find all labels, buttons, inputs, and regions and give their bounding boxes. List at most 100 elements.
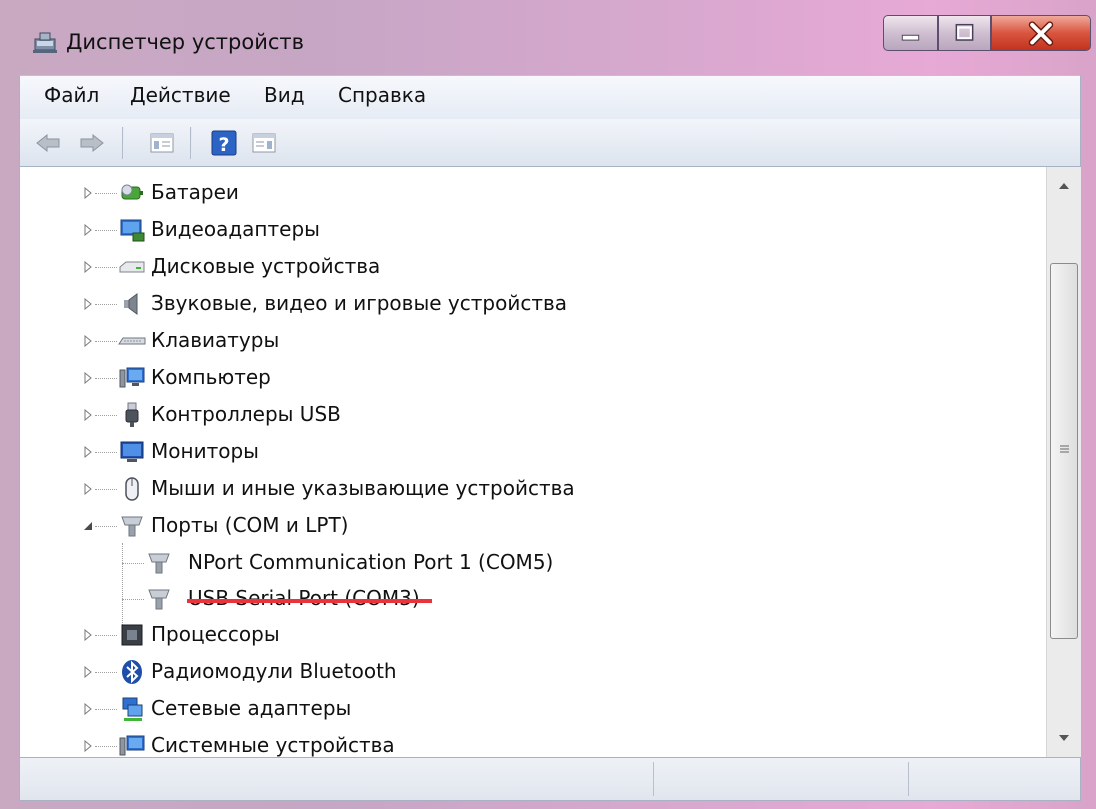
- menu-view[interactable]: Вид: [264, 83, 305, 107]
- expand-arrow-icon[interactable]: [82, 740, 94, 752]
- expand-arrow-icon[interactable]: [82, 703, 94, 715]
- tree-connector: [95, 452, 117, 453]
- toolbar-separator: [190, 127, 192, 159]
- tree-connector: [95, 230, 117, 231]
- tree-connector: [95, 709, 117, 710]
- scroll-down-arrow-icon[interactable]: [1047, 717, 1081, 757]
- tree-item-label: Видеоадаптеры: [151, 217, 320, 241]
- toolbar: ?: [19, 119, 1081, 167]
- expand-arrow-icon[interactable]: [82, 261, 94, 273]
- scroll-up-arrow-icon[interactable]: [1047, 167, 1081, 207]
- tree-item-label: Радиомодули Bluetooth: [151, 659, 397, 683]
- tree-item-label: Сетевые адаптеры: [151, 696, 352, 720]
- expand-arrow-icon[interactable]: [82, 298, 94, 310]
- tree-item-processors[interactable]: Процессоры: [20, 617, 1046, 653]
- tree-item-ports[interactable]: Порты (COM и LPT): [20, 508, 1046, 544]
- menu-help[interactable]: Справка: [338, 83, 426, 107]
- tree-item-label: Дисковые устройства: [151, 254, 381, 278]
- tree-connector: [95, 635, 117, 636]
- expand-arrow-icon[interactable]: [82, 335, 94, 347]
- tree-connector: [95, 193, 117, 194]
- expand-arrow-icon[interactable]: [82, 629, 94, 641]
- monitor-icon: [120, 441, 144, 462]
- tree-connector: [95, 304, 117, 305]
- system-devices-icon: [119, 735, 145, 756]
- minimize-button[interactable]: [883, 15, 938, 51]
- window-title: Диспетчер устройств: [66, 30, 305, 54]
- tree-item-sound-devices[interactable]: Звуковые, видео и игровые устройства: [20, 286, 1046, 322]
- minimize-icon: [901, 34, 920, 41]
- tree-connector: [95, 267, 117, 268]
- tree-connector: [122, 563, 144, 564]
- maximize-button[interactable]: [938, 15, 991, 51]
- bluetooth-icon: [122, 660, 142, 684]
- tree-connector: [95, 526, 117, 527]
- processor-icon: [121, 624, 143, 646]
- speaker-icon: [124, 293, 138, 315]
- tree-item-label: Контроллеры USB: [151, 402, 341, 426]
- tree-item-monitors[interactable]: Мониторы: [20, 434, 1046, 470]
- back-arrow-icon[interactable]: [34, 129, 62, 157]
- tree-connector: [95, 415, 117, 416]
- toolbar-separator: [122, 127, 124, 159]
- tree-item-disk-drives[interactable]: Дисковые устройства: [20, 249, 1046, 285]
- menu-action[interactable]: Действие: [130, 83, 231, 107]
- status-bar: [19, 757, 1081, 801]
- menu-file[interactable]: Файл: [44, 83, 99, 107]
- vertical-scrollbar[interactable]: [1046, 167, 1081, 757]
- tree-connector: [122, 599, 144, 600]
- tree-item-label: Батареи: [151, 180, 239, 204]
- grip-icon: [1060, 445, 1069, 453]
- expand-arrow-icon[interactable]: [82, 483, 94, 495]
- battery-icon: [121, 184, 143, 200]
- port-connector-icon: [121, 516, 143, 537]
- tree-item-label: Компьютер: [151, 365, 271, 389]
- tree-item-display-adapters[interactable]: Видеоадаптеры: [20, 212, 1046, 248]
- tree-item-label: Звуковые, видео и игровые устройства: [151, 291, 568, 315]
- tree-item-bluetooth[interactable]: Радиомодули Bluetooth: [20, 654, 1046, 690]
- expand-arrow-icon[interactable]: [82, 666, 94, 678]
- status-pane-divider: [653, 762, 654, 796]
- device-tree[interactable]: Батареи Видеоадаптеры Дисковые устройств…: [19, 167, 1046, 757]
- tree-connector: [95, 341, 117, 342]
- tree-item-mice[interactable]: Мыши и иные указывающие устройства: [20, 471, 1046, 507]
- properties-list-icon[interactable]: [148, 129, 176, 157]
- close-button[interactable]: [991, 15, 1091, 51]
- tree-connector: [95, 672, 117, 673]
- menu-bar: Файл Действие Вид Справка: [19, 75, 1081, 119]
- status-pane-divider: [908, 762, 909, 796]
- tree-item-batteries[interactable]: Батареи: [20, 175, 1046, 211]
- tree-item-label: Мониторы: [151, 439, 259, 463]
- collapse-arrow-icon[interactable]: [82, 520, 94, 532]
- close-icon: [1028, 21, 1054, 46]
- tree-item-label: Процессоры: [151, 622, 280, 646]
- network-adapter-icon: [122, 697, 143, 721]
- port-connector-icon: [148, 589, 170, 610]
- expand-arrow-icon[interactable]: [82, 187, 94, 199]
- maximize-icon: [955, 23, 974, 41]
- properties-panel-icon[interactable]: [250, 129, 278, 157]
- scrollbar-thumb[interactable]: [1050, 263, 1078, 639]
- tree-item-keyboards[interactable]: Клавиатуры: [20, 323, 1046, 359]
- keyboard-icon: [118, 337, 146, 345]
- expand-arrow-icon[interactable]: [82, 409, 94, 421]
- title-bar[interactable]: Диспетчер устройств: [0, 0, 1096, 75]
- tree-item-computer[interactable]: Компьютер: [20, 360, 1046, 396]
- expand-arrow-icon[interactable]: [82, 446, 94, 458]
- device-manager-icon: [33, 32, 57, 53]
- tree-item-system-devices[interactable]: Системные устройства: [20, 728, 1046, 757]
- tree-item-label: NPort Communication Port 1 (COM5): [188, 550, 554, 574]
- svg-text:?: ?: [218, 134, 229, 156]
- forward-arrow-icon[interactable]: [78, 129, 106, 157]
- tree-item-usb-serial-com3[interactable]: USB Serial Port (COM3): [20, 581, 1046, 617]
- tree-item-label: Клавиатуры: [151, 328, 280, 352]
- help-icon[interactable]: ?: [210, 129, 238, 157]
- display-adapter-icon: [120, 219, 145, 242]
- tree-item-nport-com5[interactable]: NPort Communication Port 1 (COM5): [20, 545, 1046, 581]
- expand-arrow-icon[interactable]: [82, 372, 94, 384]
- tree-item-usb-controllers[interactable]: Контроллеры USB: [20, 397, 1046, 433]
- device-manager-window: Диспетчер устройств Файл Действие Вид Сп…: [0, 0, 1096, 809]
- expand-arrow-icon[interactable]: [82, 224, 94, 236]
- tree-item-network-adapters[interactable]: Сетевые адаптеры: [20, 691, 1046, 727]
- tree-connector: [95, 746, 117, 747]
